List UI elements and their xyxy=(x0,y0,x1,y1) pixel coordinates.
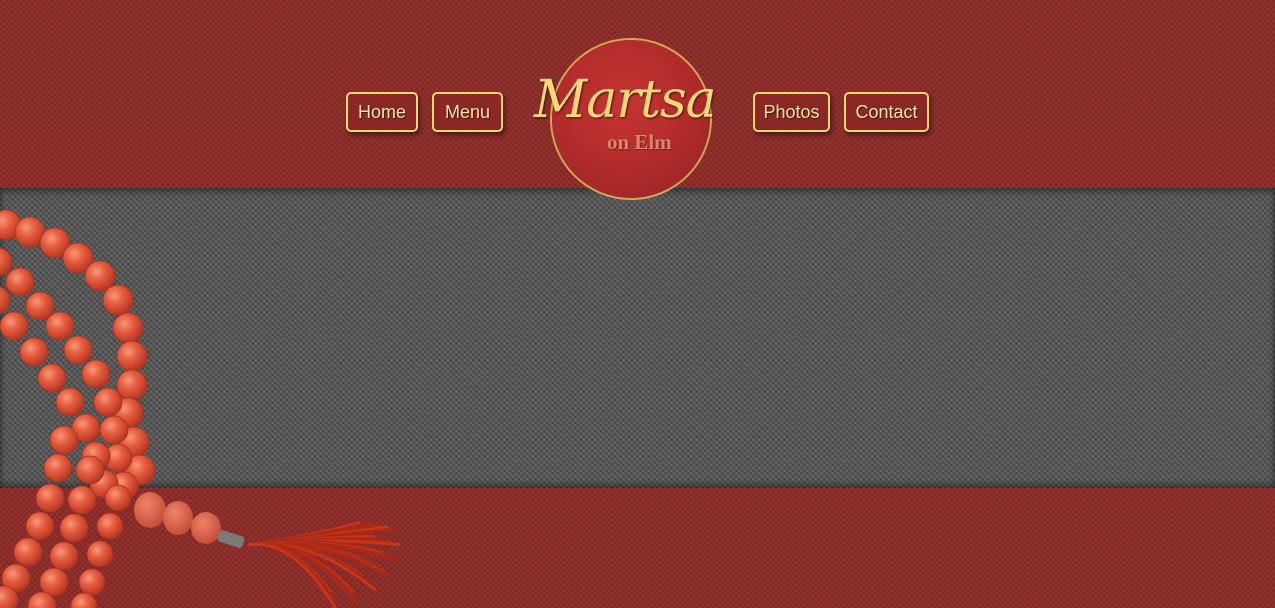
bead xyxy=(104,484,132,512)
bead xyxy=(112,312,144,344)
bead xyxy=(99,415,129,445)
bead xyxy=(43,453,73,483)
bead xyxy=(49,425,79,455)
bead xyxy=(35,483,65,513)
bead xyxy=(116,340,148,372)
nav-menu-button[interactable]: Menu xyxy=(432,92,503,132)
guru-bead xyxy=(134,492,245,548)
bead xyxy=(25,291,55,321)
nav-photos-button[interactable]: Photos xyxy=(753,92,830,132)
bead xyxy=(25,511,55,541)
bead xyxy=(55,387,85,417)
nav-home-button[interactable]: Home xyxy=(346,92,418,132)
bead xyxy=(96,512,124,540)
bead xyxy=(67,485,97,515)
bead xyxy=(19,337,49,367)
bead-strands xyxy=(0,209,156,608)
bead xyxy=(116,369,148,401)
tassel-icon xyxy=(247,520,401,608)
bead xyxy=(78,568,106,596)
logo-title: Martsa xyxy=(534,70,717,130)
bead xyxy=(86,540,114,568)
bead xyxy=(0,311,29,341)
bead xyxy=(102,284,134,316)
bead xyxy=(75,455,105,485)
bead xyxy=(63,335,93,365)
bead xyxy=(5,267,35,297)
bead xyxy=(84,260,116,292)
logo[interactable]: Martsa on Elm xyxy=(534,32,719,208)
bead xyxy=(13,537,43,567)
bead xyxy=(37,363,67,393)
page: Home Menu Photos Contact Martsa on Elm xyxy=(0,0,1275,608)
bead xyxy=(45,311,75,341)
nav-contact-button[interactable]: Contact xyxy=(844,92,929,132)
bead xyxy=(49,541,79,571)
bead xyxy=(59,513,89,543)
logo-subtitle: on Elm xyxy=(607,130,672,154)
bead xyxy=(81,359,111,389)
bead xyxy=(93,387,123,417)
